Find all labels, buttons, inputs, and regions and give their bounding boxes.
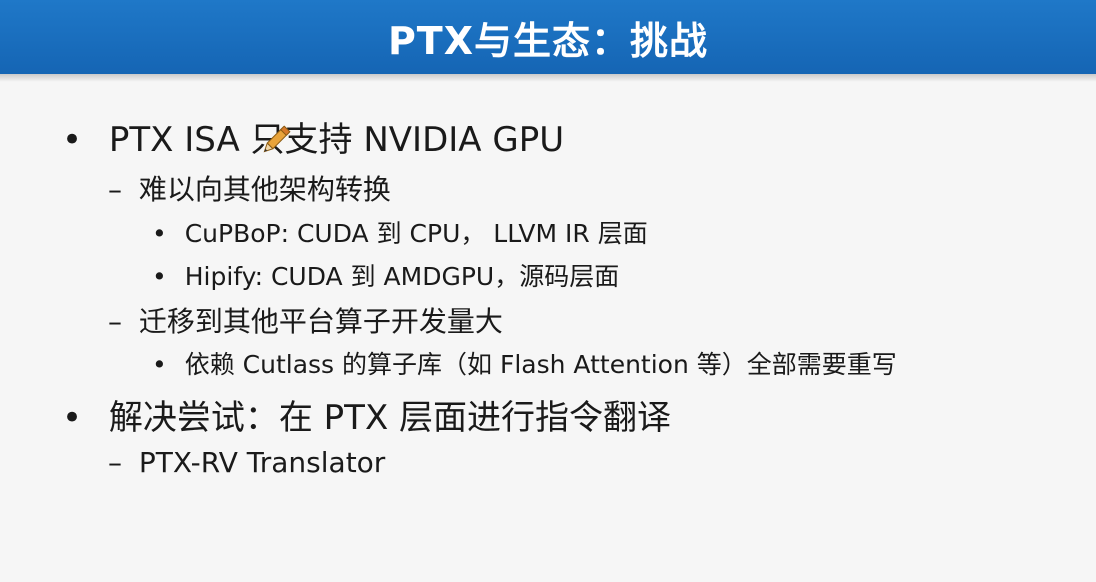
dash-marker: – <box>108 305 122 338</box>
bullet-marker: • <box>152 262 167 291</box>
bullet-level2-item: – 迁移到其他平台算子开发量大 <box>108 300 503 340</box>
bullet-level2-item: – PTX-RV Translator <box>108 446 385 479</box>
dash-marker: – <box>108 173 122 206</box>
bullet-level1-item: • PTX ISA 只支持 NVIDIA GPU <box>62 112 564 161</box>
bullet-text: Hipify: CUDA 到 AMDGPU，源码层面 <box>184 262 620 291</box>
bullet-text: CuPBoP: CUDA 到 CPU， LLVM IR 层面 <box>184 219 648 248</box>
bullet-level3-item: • Hipify: CUDA 到 AMDGPU，源码层面 <box>152 257 619 293</box>
bullet-marker: • <box>152 219 167 248</box>
bullet-marker: • <box>62 120 83 160</box>
bullet-level2-item: – 难以向其他架构转换 <box>108 168 391 208</box>
bullet-text: PTX-RV Translator <box>138 446 386 479</box>
bullet-level1-item: • 解决尝试：在 PTX 层面进行指令翻译 <box>62 390 671 439</box>
bullet-marker: • <box>152 350 167 379</box>
bullet-marker: • <box>62 398 83 438</box>
bullet-text: 依赖 Cutlass 的算子库（如 Flash Attention 等）全部需要… <box>184 350 897 379</box>
bullet-text: 迁移到其他平台算子开发量大 <box>138 305 503 338</box>
pencil-cursor-icon <box>263 125 291 153</box>
dash-marker: – <box>108 446 122 479</box>
bullet-level3-item: • CuPBoP: CUDA 到 CPU， LLVM IR 层面 <box>152 214 648 250</box>
bullet-level3-item: • 依赖 Cutlass 的算子库（如 Flash Attention 等）全部… <box>152 345 897 381</box>
bullet-text: 难以向其他架构转换 <box>138 173 391 206</box>
bullet-text: 解决尝试：在 PTX 层面进行指令翻译 <box>108 398 672 438</box>
bullet-text: PTX ISA 只支持 NVIDIA GPU <box>108 120 565 160</box>
slide-body: • PTX ISA 只支持 NVIDIA GPU – 难以向其他架构转换 • C… <box>0 0 1096 582</box>
